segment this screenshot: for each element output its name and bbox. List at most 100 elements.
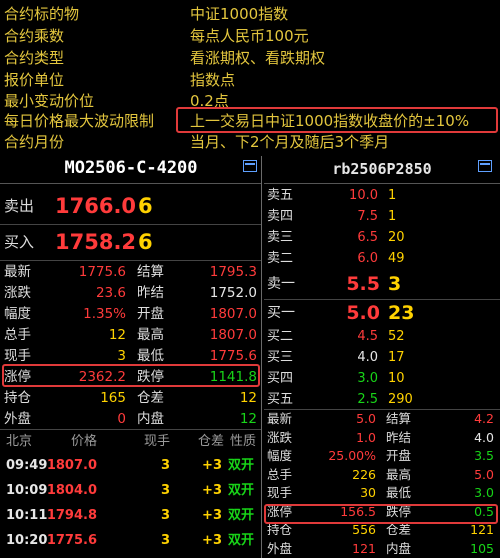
stat-value: 1795.3 xyxy=(209,264,257,280)
spec-row-underlying: 合约标的物 中证1000指数 xyxy=(0,3,500,25)
stat-value: 5.0 xyxy=(356,411,376,426)
stat-label: 总手 xyxy=(267,466,293,482)
bid-level-price[interactable]: 3.0 xyxy=(357,368,378,389)
contract-title[interactable]: rb2506P2850 xyxy=(264,160,500,178)
ask-level-label: 卖四 xyxy=(267,209,294,224)
contract-spec-table: 合约标的物 中证1000指数 合约乘数 每点人民币100元 合约类型 看涨期权、… xyxy=(0,0,500,156)
best-ask-volume: 3 xyxy=(388,273,402,295)
bid-level-row[interactable]: 买二 4.5 52 xyxy=(264,326,500,347)
stat-value: 0 xyxy=(117,411,126,427)
ask-level-price[interactable]: 6.5 xyxy=(357,227,378,248)
tick-time: 10:20 xyxy=(6,533,48,548)
spec-value: 中证1000指数 xyxy=(190,5,289,23)
stat-row: 持仓 165 仓差 12 xyxy=(0,388,261,409)
best-bid-row[interactable]: 买一 5.0 23 xyxy=(264,298,500,328)
spec-row-months: 合约月份 当月、下2个月及随后3个季月 xyxy=(0,131,500,153)
bid-level-label: 买二 xyxy=(267,329,294,344)
ticks-header-volume: 现手 xyxy=(143,434,170,449)
tick-time: 10:09 xyxy=(6,483,48,498)
stat-row: 涨跌 1.0 昨结 4.0 xyxy=(264,429,500,447)
stat-row: 外盘 121 内盘 105 xyxy=(264,540,500,558)
minimize-icon[interactable] xyxy=(243,160,257,172)
ticks-header-price: 价格 xyxy=(70,434,97,449)
ask-row[interactable]: 卖出 1766.0 6 xyxy=(0,190,261,222)
tick-volume: 3 xyxy=(160,508,170,523)
stat-row: 总手 226 最高 5.0 xyxy=(264,466,500,484)
divider xyxy=(0,429,261,430)
stat-label: 内盘 xyxy=(386,540,412,556)
tick-row: 10:20 1775.6 3 +3 双开 xyxy=(0,530,261,552)
stat-value: 105 xyxy=(470,540,494,556)
tick-position-change: +3 xyxy=(202,533,222,548)
spec-value: 指数点 xyxy=(190,71,236,89)
stat-value: 1807.0 xyxy=(209,306,257,322)
stat-value: 4.2 xyxy=(474,411,494,426)
ask-level-price[interactable]: 6.0 xyxy=(357,248,378,269)
tick-price: 1794.8 xyxy=(46,508,97,523)
tick-volume: 3 xyxy=(160,458,170,473)
contract-title[interactable]: MO2506-C-4200 xyxy=(0,158,261,178)
tick-price: 1775.6 xyxy=(46,533,97,548)
bid-level-row[interactable]: 买三 4.0 17 xyxy=(264,347,500,368)
bid-row[interactable]: 买入 1758.2 6 xyxy=(0,226,261,258)
bid-level-price[interactable]: 4.5 xyxy=(357,326,378,347)
stat-value: 3.5 xyxy=(474,448,494,463)
tick-nature: 双开 xyxy=(228,458,255,473)
tick-nature: 双开 xyxy=(228,483,255,498)
spec-key: 合约类型 xyxy=(4,49,65,67)
stat-value: 1.0 xyxy=(356,429,376,445)
stat-value: 226 xyxy=(352,466,376,482)
bid-level-label: 买五 xyxy=(267,392,294,407)
bid-level-volume: 290 xyxy=(388,392,413,407)
ask-level-row[interactable]: 卖三 6.5 20 xyxy=(264,227,500,248)
bid-level-row[interactable]: 买四 3.0 10 xyxy=(264,368,500,389)
ask-level-label: 卖三 xyxy=(267,230,294,245)
ask-level-price[interactable]: 10.0 xyxy=(349,185,378,206)
best-bid-price[interactable]: 5.0 xyxy=(346,298,380,328)
ticks-header-position: 仓差 xyxy=(197,434,224,449)
title-bar: MO2506-C-4200 xyxy=(0,156,261,184)
limit-highlight xyxy=(264,504,498,524)
tick-position-change: +3 xyxy=(202,508,222,523)
stat-label: 结算 xyxy=(386,411,412,426)
stat-label: 结算 xyxy=(137,264,164,280)
tick-row: 09:49 1807.0 3 +3 双开 xyxy=(0,455,261,477)
ask-level-label: 卖二 xyxy=(267,251,294,266)
spec-value: 当月、下2个月及随后3个季月 xyxy=(190,133,390,151)
ask-level-volume: 1 xyxy=(388,209,397,224)
tick-volume: 3 xyxy=(160,483,170,498)
stat-value: 5.0 xyxy=(474,466,494,482)
stat-label: 内盘 xyxy=(137,411,164,427)
tick-row: 10:09 1804.0 3 +3 双开 xyxy=(0,480,261,502)
stat-row: 幅度 25.00% 开盘 3.5 xyxy=(264,447,500,465)
option-quote-panel-right: rb2506P2850 卖五 10.0 1 卖四 7.5 1 卖三 6.5 20 卖二 6.0 49 … xyxy=(264,156,500,558)
tick-time: 10:11 xyxy=(6,508,48,523)
tick-nature: 双开 xyxy=(228,533,255,548)
bid-level-volume: 10 xyxy=(388,371,405,386)
option-quote-panel-left: MO2506-C-4200 卖出 1766.0 6 买入 1758.2 6 最新… xyxy=(0,156,262,558)
stat-label: 最高 xyxy=(137,327,164,343)
ask-level-row[interactable]: 卖二 6.0 49 xyxy=(264,248,500,269)
spec-key: 合约乘数 xyxy=(4,27,65,45)
best-ask-row[interactable]: 卖一 5.5 3 xyxy=(264,269,500,299)
ask-level-row[interactable]: 卖四 7.5 1 xyxy=(264,206,500,227)
ask-level-row[interactable]: 卖五 10.0 1 xyxy=(264,185,500,206)
divider xyxy=(0,224,261,225)
stat-label: 涨跌 xyxy=(4,285,31,301)
spec-key: 合约月份 xyxy=(4,133,65,151)
spec-key: 每日价格最大波动限制 xyxy=(4,112,155,130)
bid-level-row[interactable]: 买五 2.5 290 xyxy=(264,389,500,410)
stat-label: 开盘 xyxy=(137,306,164,322)
bid-level-price[interactable]: 4.0 xyxy=(357,347,378,368)
stat-label: 最新 xyxy=(267,411,293,426)
bid-price[interactable]: 1758.2 xyxy=(55,226,136,258)
bid-level-price[interactable]: 2.5 xyxy=(357,389,378,410)
tick-position-change: +3 xyxy=(202,458,222,473)
stat-value: 12 xyxy=(108,327,126,343)
stat-label: 开盘 xyxy=(386,448,412,463)
ask-level-price[interactable]: 7.5 xyxy=(357,206,378,227)
ask-price[interactable]: 1766.0 xyxy=(55,190,136,222)
ticks-header-time: 北京 xyxy=(6,434,33,449)
best-ask-price[interactable]: 5.5 xyxy=(346,269,380,299)
minimize-icon[interactable] xyxy=(478,160,492,172)
